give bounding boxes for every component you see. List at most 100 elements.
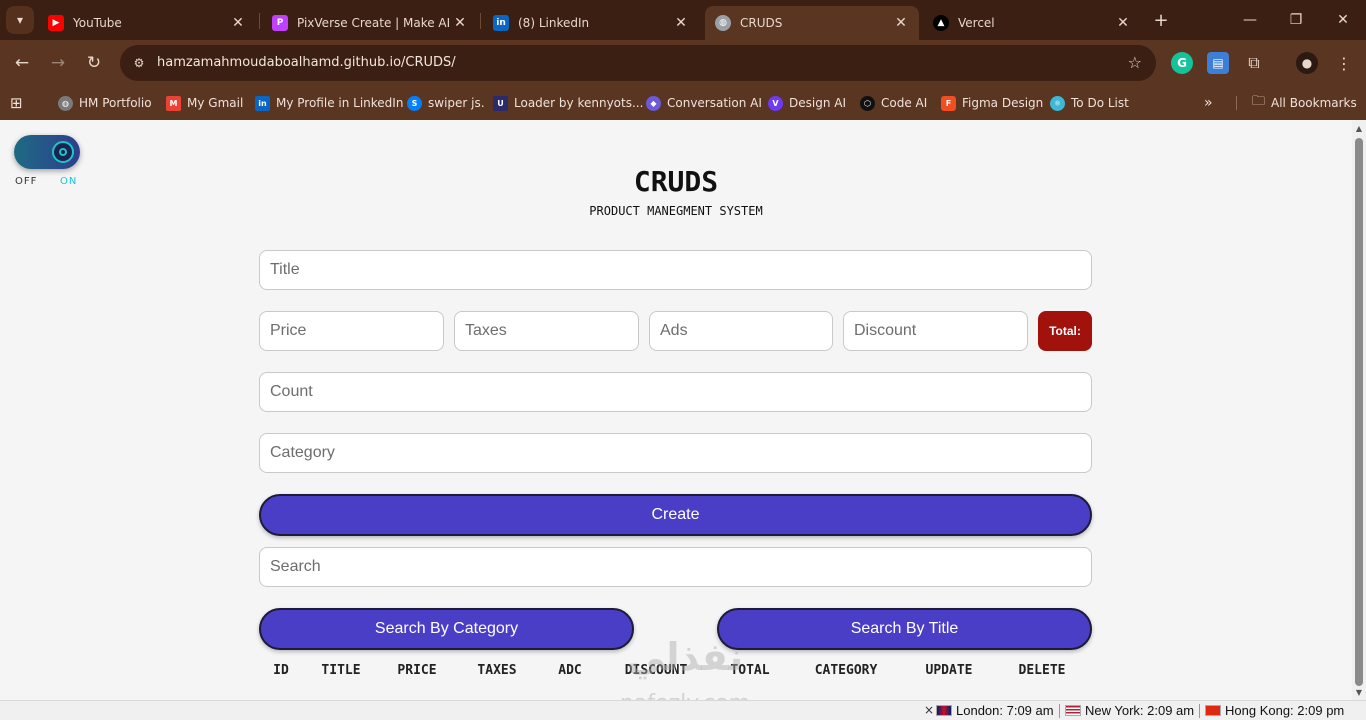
clock-hong-kong: Hong Kong: 2:09 pm [1205,703,1344,718]
bookmark-swiper[interactable]: S swiper js. [407,93,485,113]
bookmark-label: Loader by kennyots... [514,96,644,110]
address-bar[interactable]: ⚙ hamzamahmoudaboalhamd.github.io/CRUDS/… [120,45,1156,81]
back-button[interactable]: ← [10,51,34,75]
table-header: ID TITLE PRICE TAXES ADC DISCOUNT TOTAL … [259,663,1092,683]
tab-pixverse[interactable]: P PixVerse Create | Make AI Vid ✕ [262,6,478,40]
tab-title: PixVerse Create | Make AI Vid [297,16,452,30]
page-subtitle: PRODUCT MANEGMENT SYSTEM [589,204,763,218]
theme-toggle[interactable] [14,135,80,169]
search-by-category-button[interactable]: Search By Category [259,608,634,650]
search-by-title-button[interactable]: Search By Title [717,608,1092,650]
tab-title: (8) LinkedIn [518,16,590,30]
restore-button[interactable]: ❐ [1284,8,1308,32]
close-icon[interactable]: ✕ [893,15,909,31]
restore-icon: ❐ [1289,12,1303,28]
bookmark-divider [1236,96,1237,110]
page-scrollbar[interactable]: ▲ ▼ [1352,120,1366,700]
scroll-up-icon[interactable]: ▲ [1355,124,1363,133]
bookmark-loader[interactable]: U Loader by kennyots... [493,93,643,113]
profile-avatar[interactable]: ● [1296,52,1318,74]
globe-icon: ◍ [715,15,731,31]
close-icon[interactable]: ✕ [452,15,468,31]
new-tab-button[interactable]: + [1150,9,1172,31]
menu-kebab-icon[interactable]: ⋮ [1333,52,1355,74]
scroll-down-icon[interactable]: ▼ [1355,688,1363,697]
vercel-icon: ▲ [933,15,949,31]
column-header-category: CATEGORY [814,663,878,678]
globe-icon: ◍ [58,95,73,111]
bookmark-label: Figma Design [962,96,1044,110]
close-window-button[interactable]: ✕ [1331,8,1355,32]
tab-title: CRUDS [740,16,783,30]
extensions-puzzle-icon[interactable]: ⧉ [1243,52,1265,74]
grammarly-icon[interactable]: G [1171,52,1193,74]
tab-strip: ▾ ▶ YouTube ✕ P PixVerse Create | Make A… [0,0,1366,40]
bookmark-label: Design AI [789,96,846,110]
close-icon[interactable]: ✕ [673,15,689,31]
bookmark-label: Code AI [881,96,928,110]
create-button[interactable]: Create [259,494,1092,536]
tab-vercel[interactable]: ▲ Vercel ✕ [923,6,1141,40]
tab-youtube[interactable]: ▶ YouTube ✕ [38,6,256,40]
column-header-update: UPDATE [925,663,973,678]
column-header-taxes: TAXES [477,663,517,678]
tab-cruds[interactable]: ◍ CRUDS ✕ [705,6,919,40]
clock-label: New York: 2:09 am [1085,703,1195,718]
bookmark-star-icon[interactable]: ☆ [1128,53,1142,72]
bookmarks-bar: ⊞ ◍ HM Portfolio M My Gmail in My Profil… [0,86,1366,120]
column-header-id: ID [273,663,289,678]
minimize-button[interactable]: — [1238,8,1262,32]
minimize-icon: — [1243,12,1257,28]
bookmark-code-ai[interactable]: ⬡ Code AI [860,93,927,113]
close-icon[interactable]: ✕ [1115,15,1131,31]
bookmark-label: My Profile in LinkedIn [276,96,404,110]
column-header-discount: DISCOUNT [624,663,688,678]
close-icon[interactable]: × [924,703,934,717]
apps-grid-icon[interactable]: ⊞ [10,93,23,113]
chevron-double-right-icon: » [1204,95,1213,111]
pixverse-icon: P [272,15,288,31]
tab-divider [480,13,481,29]
tab-search-button[interactable]: ▾ [6,6,34,34]
bookmark-todo[interactable]: ⚛ To Do List [1050,93,1129,113]
all-bookmarks-button[interactable]: 🗀 All Bookmarks [1252,93,1357,113]
forward-button[interactable]: → [46,51,70,75]
count-input[interactable] [259,372,1092,412]
close-icon[interactable]: ✕ [230,15,246,31]
bookmark-design-ai[interactable]: V Design AI [768,93,846,113]
page-title: CRUDS [633,165,719,198]
linkedin-icon: in [255,95,270,111]
toggle-knob [52,141,74,163]
bookmark-hm-portfolio[interactable]: ◍ HM Portfolio [58,93,152,113]
code-ai-icon: ⬡ [860,95,875,111]
bookmark-label: HM Portfolio [79,96,152,110]
category-input[interactable] [259,433,1092,473]
bookmark-linkedin-profile[interactable]: in My Profile in LinkedIn [255,93,403,113]
taxes-input[interactable] [454,311,639,351]
column-header-title: TITLE [321,663,361,678]
extension-radio-icon[interactable]: ▤ [1207,52,1229,74]
uk-flag-icon [936,705,952,716]
column-header-price: PRICE [397,663,437,678]
linkedin-icon: in [493,15,509,31]
reload-button[interactable]: ↻ [82,51,106,75]
total-badge: Total: [1038,311,1092,351]
bookmark-label: Conversation AI [667,96,762,110]
scrollbar-thumb[interactable] [1355,138,1363,686]
more-bookmarks-button[interactable]: » [1204,93,1213,113]
tab-linkedin[interactable]: in (8) LinkedIn ✕ [483,6,699,40]
url-text[interactable]: hamzamahmoudaboalhamd.github.io/CRUDS/ [157,55,456,70]
folder-icon: 🗀 [1252,94,1266,109]
title-input[interactable] [259,250,1092,290]
react-icon: ⚛ [1050,95,1065,111]
ads-input[interactable] [649,311,833,351]
bookmark-my-gmail[interactable]: M My Gmail [166,93,243,113]
search-input[interactable] [259,547,1092,587]
column-header-total: TOTAL [730,663,770,678]
arrow-right-icon: → [50,53,66,73]
discount-input[interactable] [843,311,1028,351]
price-input[interactable] [259,311,444,351]
bookmark-conversation-ai[interactable]: ◆ Conversation AI [646,93,762,113]
bookmark-figma[interactable]: F Figma Design [941,93,1043,113]
site-info-icon[interactable]: ⚙ [128,52,150,74]
